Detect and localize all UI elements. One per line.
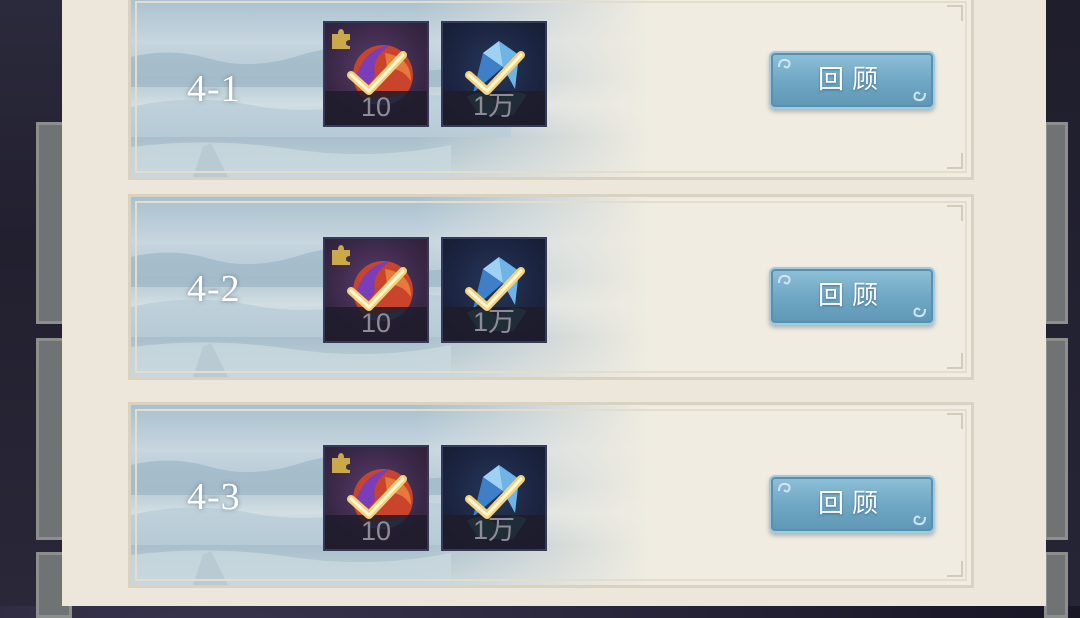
checkmark-icon <box>465 51 525 95</box>
reward-slot-blue-crystal[interactable]: 1万 <box>441 445 547 551</box>
checkmark-icon <box>465 267 525 311</box>
review-button-label: 回顾 <box>817 281 886 311</box>
frame-corner-ornament <box>947 205 963 221</box>
reward-slot-blue-crystal[interactable]: 1万 <box>441 237 547 343</box>
reward-slot-fire-orb[interactable]: 10 <box>323 21 429 127</box>
stage-label: 4-3 <box>187 476 241 518</box>
stage-row: 4-1 10 1万 回顾 <box>128 0 974 180</box>
stage-row: 4-2 10 1万 回顾 <box>128 194 974 380</box>
frame-corner-ornament <box>947 5 963 21</box>
frame-corner-ornament <box>947 561 963 577</box>
puzzle-badge-icon <box>332 245 350 265</box>
frame-corner-ornament <box>947 353 963 369</box>
reward-slot-fire-orb[interactable]: 10 <box>323 445 429 551</box>
review-button-label: 回顾 <box>817 489 886 519</box>
review-button-label: 回顾 <box>817 65 886 95</box>
review-button[interactable]: 回顾 <box>769 51 935 109</box>
stage-list-panel[interactable]: 4-1 10 1万 回顾 4-2 10 1万 回顾 4-3 10 1万 回顾 <box>62 0 1046 606</box>
frame-corner-ornament <box>947 153 963 169</box>
checkmark-icon <box>347 51 407 95</box>
stage-label: 4-2 <box>187 268 241 310</box>
checkmark-icon <box>347 267 407 311</box>
stage-row: 4-3 10 1万 回顾 <box>128 402 974 588</box>
checkmark-icon <box>465 475 525 519</box>
puzzle-badge-icon <box>332 29 350 49</box>
reward-slot-fire-orb[interactable]: 10 <box>323 237 429 343</box>
puzzle-badge-icon <box>332 453 350 473</box>
frame-corner-ornament <box>947 413 963 429</box>
checkmark-icon <box>347 475 407 519</box>
reward-slot-blue-crystal[interactable]: 1万 <box>441 21 547 127</box>
stage-label: 4-1 <box>187 68 241 110</box>
background-card-right-2 <box>1044 338 1068 540</box>
review-button[interactable]: 回顾 <box>769 267 935 325</box>
review-button[interactable]: 回顾 <box>769 475 935 533</box>
background-card-right-3 <box>1044 552 1068 618</box>
background-card-right-1 <box>1044 122 1068 324</box>
